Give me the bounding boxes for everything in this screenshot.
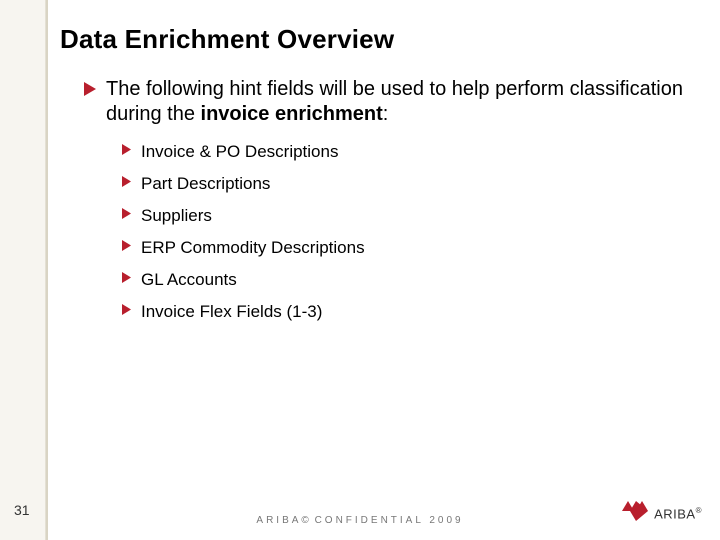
sub-item: Invoice & PO Descriptions [122,141,700,163]
sub-item-text: Suppliers [141,205,212,227]
logo-text: ARIBA® [654,506,702,521]
triangle-bullet-icon [84,82,96,96]
triangle-bullet-icon [122,176,131,187]
sub-list: Invoice & PO Descriptions Part Descripti… [122,141,700,324]
sub-item-text: ERP Commodity Descriptions [141,237,365,259]
triangle-bullet-icon [122,272,131,283]
sub-item-text: GL Accounts [141,269,237,291]
sub-item: ERP Commodity Descriptions [122,237,700,259]
footer-text: ARIBA© CONFIDENTIAL 2009 [0,515,720,526]
sub-item: Part Descriptions [122,173,700,195]
brand-logo: ARIBA® [622,501,702,526]
slide-title: Data Enrichment Overview [60,24,700,55]
triangle-bullet-icon [122,208,131,219]
lead-text: The following hint fields will be used t… [106,77,700,127]
sub-item: Suppliers [122,205,700,227]
sub-item: GL Accounts [122,269,700,291]
sidebar-strip [0,0,46,540]
lead-bullet: The following hint fields will be used t… [84,77,700,127]
sub-item-text: Invoice & PO Descriptions [141,141,338,163]
triangle-bullet-icon [122,304,131,315]
sub-item-text: Invoice Flex Fields (1-3) [141,301,322,323]
logo-mark-icon [622,501,648,526]
sub-item: Invoice Flex Fields (1-3) [122,301,700,323]
slide: Data Enrichment Overview The following h… [0,0,720,540]
sub-item-text: Part Descriptions [141,173,270,195]
triangle-bullet-icon [122,240,131,251]
content-area: Data Enrichment Overview The following h… [60,24,700,334]
triangle-bullet-icon [122,144,131,155]
